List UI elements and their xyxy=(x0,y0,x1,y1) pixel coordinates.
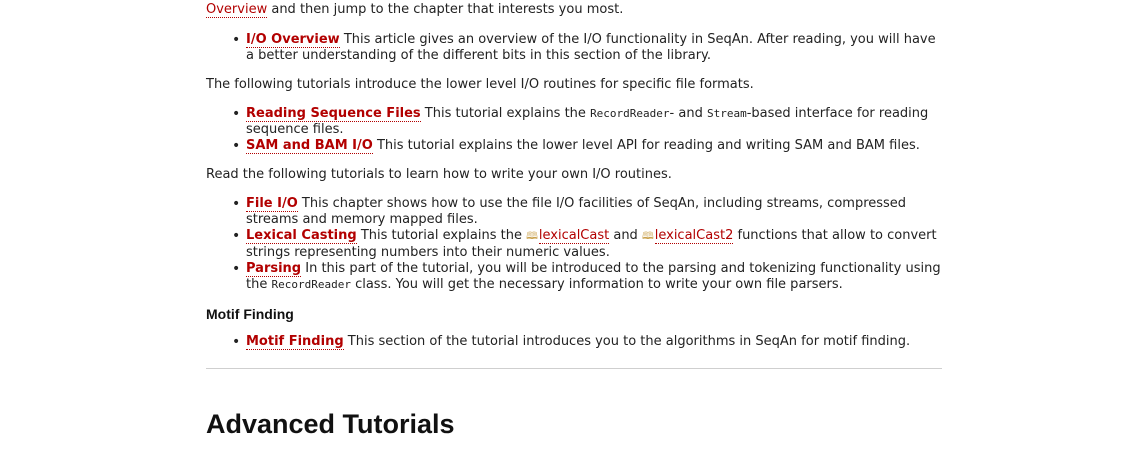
list-item: I/O Overview This article gives an overv… xyxy=(232,32,942,64)
recordreader-code: RecordReader xyxy=(590,107,670,120)
sam-bam-desc: This tutorial explains the lower level A… xyxy=(372,138,920,153)
motif-desc: This section of the tutorial introduces … xyxy=(343,334,911,349)
intro-paragraph: Overview and then jump to the chapter th… xyxy=(206,2,942,18)
motif-finding-link[interactable]: Motif Finding xyxy=(246,334,344,350)
sam-bam-link[interactable]: SAM and BAM I/O xyxy=(246,138,373,154)
list-item: Motif Finding This section of the tutori… xyxy=(232,334,942,350)
book-icon: 🕮 xyxy=(641,231,654,242)
stream-code: Stream xyxy=(706,107,747,120)
reading-seq-desc-b: - and xyxy=(669,106,707,121)
io-overview-link[interactable]: I/O Overview xyxy=(246,32,340,48)
main-content: Overview and then jump to the chapter th… xyxy=(206,0,942,440)
overview-link[interactable]: Overview xyxy=(206,2,268,18)
book-icon: 🕮 xyxy=(526,231,538,242)
io-overview-list: I/O Overview This article gives an overv… xyxy=(206,32,942,64)
own-io-list: File I/O This chapter shows how to use t… xyxy=(206,196,942,293)
list-item: File I/O This chapter shows how to use t… xyxy=(232,196,942,228)
io-overview-desc: This article gives an overview of the I/… xyxy=(246,32,936,63)
section-divider xyxy=(206,368,942,369)
file-io-desc: This chapter shows how to use the file I… xyxy=(246,196,907,227)
reading-sequence-files-link[interactable]: Reading Sequence Files xyxy=(246,106,421,122)
lexical-desc-b: and xyxy=(609,228,642,243)
lexical-desc-a: This tutorial explains the xyxy=(356,228,527,243)
motif-finding-heading: Motif Finding xyxy=(206,306,294,322)
lexicalcast-link[interactable]: lexicalCast xyxy=(538,228,610,244)
list-item: Parsing In this part of the tutorial, yo… xyxy=(232,261,942,293)
list-item: Reading Sequence Files This tutorial exp… xyxy=(232,106,942,138)
list-item: SAM and BAM I/O This tutorial explains t… xyxy=(232,138,942,154)
motif-list: Motif Finding This section of the tutori… xyxy=(206,334,942,350)
list-item: Lexical Casting This tutorial explains t… xyxy=(232,228,942,261)
reading-seq-desc-a: This tutorial explains the xyxy=(420,106,591,121)
recordreader-code: RecordReader xyxy=(271,278,351,291)
parsing-desc-b: class. You will get the necessary inform… xyxy=(350,277,843,292)
lower-level-list: Reading Sequence Files This tutorial exp… xyxy=(206,106,942,154)
intro-text: and then jump to the chapter that intere… xyxy=(267,2,624,17)
lexicalcast2-link[interactable]: lexicalCast2 xyxy=(654,228,734,244)
file-io-link[interactable]: File I/O xyxy=(246,196,298,212)
lower-level-intro: The following tutorials introduce the lo… xyxy=(206,77,754,92)
own-io-intro: Read the following tutorials to learn ho… xyxy=(206,167,672,182)
advanced-tutorials-heading: Advanced Tutorials xyxy=(206,409,455,439)
lexical-casting-link[interactable]: Lexical Casting xyxy=(246,228,357,244)
parsing-link[interactable]: Parsing xyxy=(246,261,302,277)
